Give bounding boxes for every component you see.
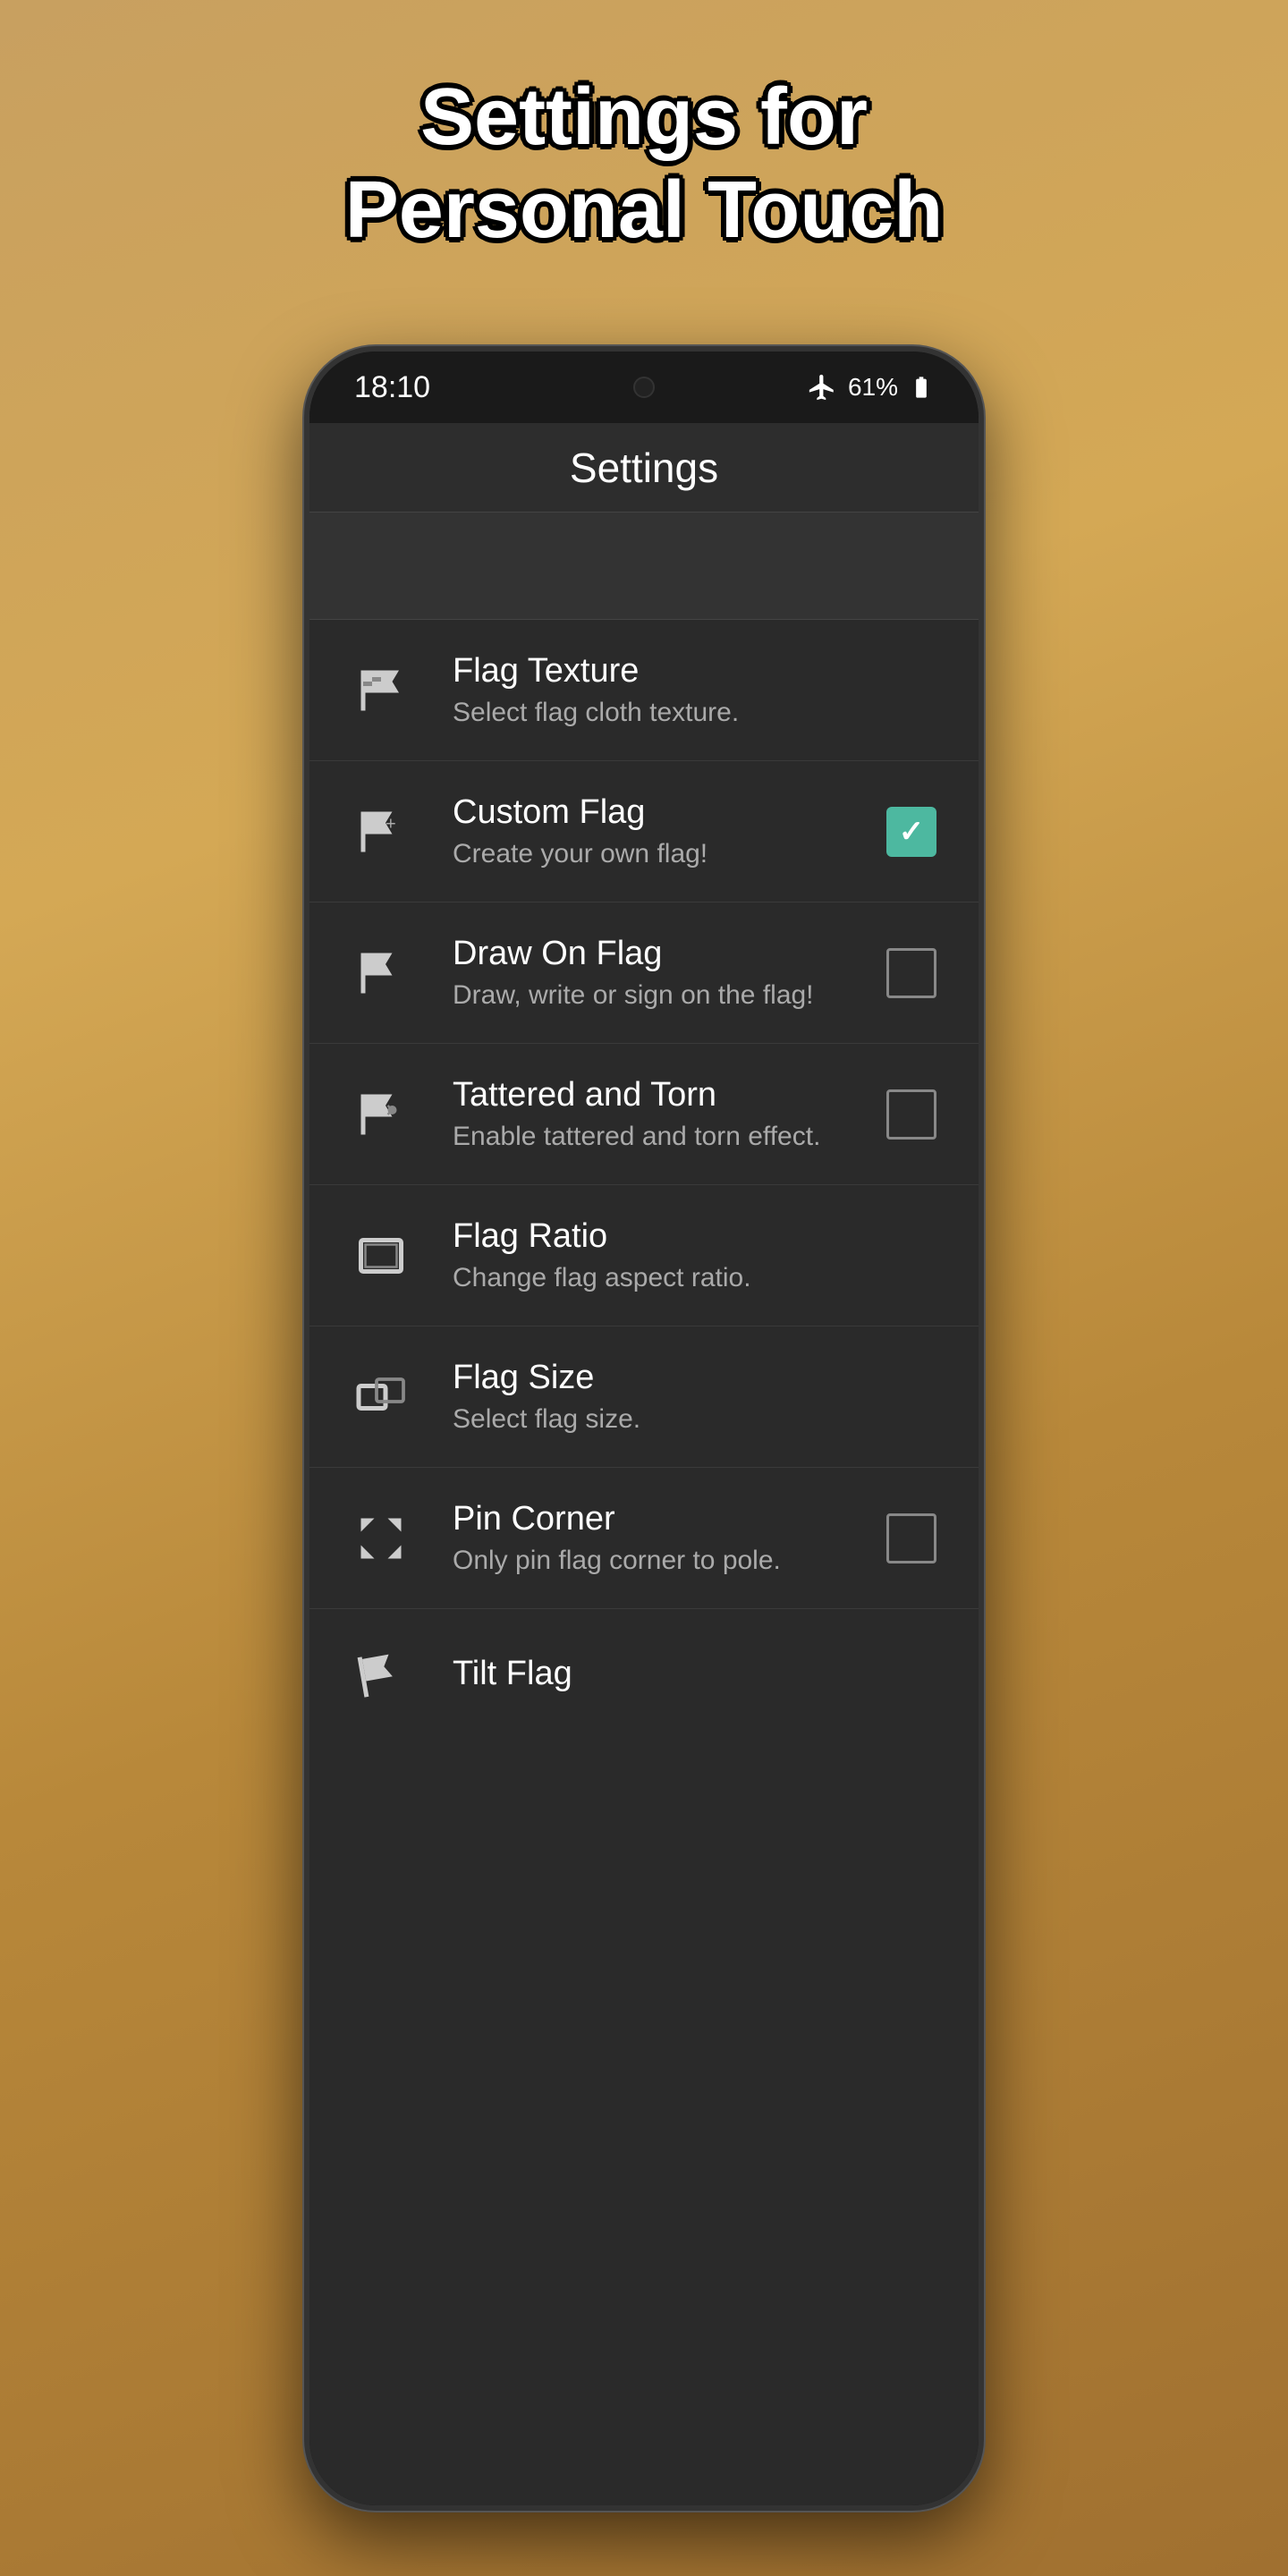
settings-item-flag-texture[interactable]: Flag Texture Select flag cloth texture. <box>309 620 979 761</box>
flag-ratio-control <box>880 1224 943 1287</box>
status-bar: 18:10 61% <box>309 352 979 423</box>
custom-flag-text: Custom Flag Create your own flag! <box>453 793 880 869</box>
pin-corner-title: Pin Corner <box>453 1500 880 1538</box>
flag-size-subtitle: Select flag size. <box>453 1404 880 1435</box>
flag-size-control <box>880 1366 943 1428</box>
phone-frame: 18:10 61% Settings <box>304 346 984 2511</box>
settings-item-draw-flag[interactable]: Draw On Flag Draw, write or sign on the … <box>309 902 979 1044</box>
airplane-icon <box>807 372 837 402</box>
app-bar: Settings <box>309 423 979 513</box>
draw-flag-checkbox[interactable] <box>886 948 936 998</box>
settings-item-flag-size[interactable]: Flag Size Select flag size. <box>309 1326 979 1468</box>
pin-corner-control[interactable] <box>880 1507 943 1570</box>
tattered-control[interactable] <box>880 1083 943 1146</box>
draw-flag-text: Draw On Flag Draw, write or sign on the … <box>453 935 880 1011</box>
tilt-flag-icon <box>345 1641 417 1713</box>
custom-flag-icon: + <box>345 796 417 868</box>
flag-ratio-subtitle: Change flag aspect ratio. <box>453 1263 880 1293</box>
tattered-text: Tattered and Torn Enable tattered and to… <box>453 1076 880 1152</box>
page-title: Settings for Personal Touch <box>292 72 996 257</box>
pin-corner-subtitle: Only pin flag corner to pole. <box>453 1546 880 1576</box>
battery-text: 61% <box>848 373 898 402</box>
custom-flag-title: Custom Flag <box>453 793 880 832</box>
custom-flag-checkbox[interactable] <box>886 807 936 857</box>
flag-texture-title: Flag Texture <box>453 652 880 691</box>
settings-list: Flag Texture Select flag cloth texture. … <box>309 513 979 2505</box>
custom-flag-subtitle: Create your own flag! <box>453 839 880 869</box>
custom-flag-control[interactable] <box>880 801 943 863</box>
tattered-subtitle: Enable tattered and torn effect. <box>453 1122 880 1152</box>
draw-flag-title: Draw On Flag <box>453 935 880 973</box>
status-icons: 61% <box>807 372 934 402</box>
flag-size-icon <box>345 1361 417 1433</box>
flag-texture-subtitle: Select flag cloth texture. <box>453 698 880 728</box>
flag-texture-text: Flag Texture Select flag cloth texture. <box>453 652 880 728</box>
flag-size-title: Flag Size <box>453 1359 880 1397</box>
pin-corner-checkbox[interactable] <box>886 1513 936 1563</box>
svg-text:+: + <box>386 814 396 834</box>
empty-section <box>309 513 979 620</box>
tattered-checkbox[interactable] <box>886 1089 936 1140</box>
draw-flag-control[interactable] <box>880 942 943 1004</box>
flag-size-text: Flag Size Select flag size. <box>453 1359 880 1435</box>
tilt-flag-title: Tilt Flag <box>453 1655 943 1693</box>
battery-icon <box>909 375 934 400</box>
status-time: 18:10 <box>354 370 430 405</box>
tattered-title: Tattered and Torn <box>453 1076 880 1114</box>
flag-ratio-text: Flag Ratio Change flag aspect ratio. <box>453 1217 880 1293</box>
camera-dot <box>633 377 655 398</box>
flag-ratio-icon <box>345 1220 417 1292</box>
flag-ratio-title: Flag Ratio <box>453 1217 880 1256</box>
settings-item-custom-flag[interactable]: + Custom Flag Create your own flag! <box>309 761 979 902</box>
settings-item-tattered[interactable]: Tattered and Torn Enable tattered and to… <box>309 1044 979 1185</box>
pin-corner-icon <box>345 1503 417 1574</box>
draw-flag-subtitle: Draw, write or sign on the flag! <box>453 980 880 1011</box>
draw-flag-icon <box>345 937 417 1009</box>
settings-item-tilt-flag[interactable]: Tilt Flag <box>309 1609 979 1745</box>
tattered-icon <box>345 1079 417 1150</box>
tilt-flag-text: Tilt Flag <box>453 1655 943 1700</box>
flag-texture-icon <box>345 655 417 726</box>
flag-texture-control <box>880 659 943 722</box>
settings-item-flag-ratio[interactable]: Flag Ratio Change flag aspect ratio. <box>309 1185 979 1326</box>
phone-mockup: 18:10 61% Settings <box>304 346 984 2511</box>
settings-item-pin-corner[interactable]: Pin Corner Only pin flag corner to pole. <box>309 1468 979 1609</box>
app-bar-title: Settings <box>570 444 718 492</box>
pin-corner-text: Pin Corner Only pin flag corner to pole. <box>453 1500 880 1576</box>
